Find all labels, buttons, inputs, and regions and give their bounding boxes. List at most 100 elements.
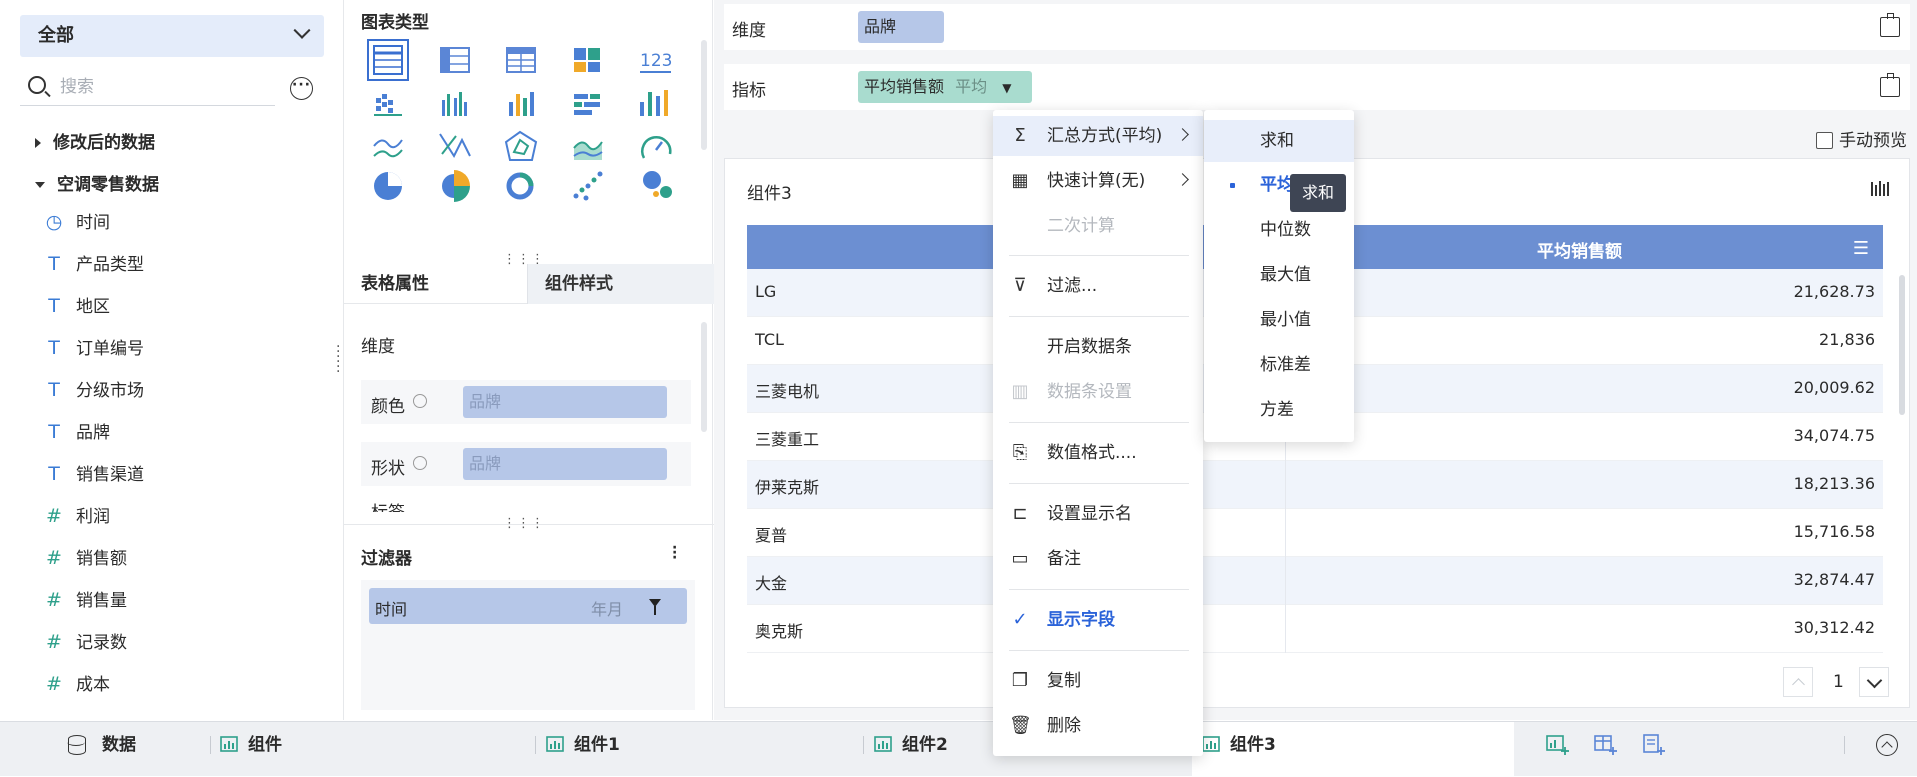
table-scrollbar[interactable] — [1899, 275, 1905, 415]
chart-type-line-icon[interactable] — [373, 139, 403, 158]
field-label: 销售渠道 — [76, 465, 144, 485]
agg-option-min[interactable]: 最小值 — [1204, 299, 1354, 341]
menu-item-quick-calc[interactable]: ▦ 快速计算(无) — [993, 161, 1203, 201]
agg-option-max[interactable]: 最大值 — [1204, 254, 1354, 296]
tab-data[interactable]: 数据 — [102, 722, 136, 777]
group-ac-retail-data[interactable]: 空调零售数据 — [35, 170, 159, 195]
field-cost[interactable]: # 成本 — [44, 669, 110, 699]
tab-label: 组件2 — [902, 735, 948, 755]
shelf-settings-icon[interactable] — [1880, 73, 1900, 97]
tab-component3[interactable]: 组件3 — [1192, 722, 1514, 777]
chart-type-gauge-icon[interactable] — [641, 136, 672, 159]
menu-item-rename[interactable]: ⊏ 设置显示名 — [993, 494, 1203, 534]
tab-table-properties[interactable]: 表格属性 — [361, 264, 429, 304]
chart-type-pie-icon[interactable] — [374, 172, 402, 200]
collapse-up-icon[interactable] — [1876, 734, 1898, 756]
manual-preview-checkbox[interactable] — [1816, 132, 1833, 149]
prev-page-button[interactable] — [1783, 667, 1813, 697]
chart-type-treemap-icon[interactable] — [574, 48, 600, 72]
agg-option-median[interactable]: 中位数 — [1204, 209, 1354, 251]
manual-preview-toggle[interactable]: 手动预览 — [1816, 126, 1907, 151]
agg-option-sum[interactable]: 求和 — [1204, 120, 1354, 162]
text-field-icon: T — [48, 253, 60, 275]
table-row[interactable]: 夏普 15,716.58 — [747, 509, 1883, 557]
barcode-view-icon[interactable] — [1871, 181, 1889, 197]
chart-type-detail-table-icon[interactable] — [506, 47, 536, 73]
search-input[interactable] — [60, 74, 260, 100]
table-row[interactable]: 伊莱克斯 18,213.36 — [747, 461, 1883, 509]
chart-type-dot-column-icon[interactable] — [374, 94, 402, 116]
agg-option-stddev[interactable]: 标准差 — [1204, 344, 1354, 386]
chart-type-horizontal-bar-icon[interactable] — [574, 94, 600, 115]
chart-type-donut-icon[interactable] — [506, 172, 534, 200]
chart-type-stacked-bar-icon[interactable] — [640, 90, 668, 116]
chevron-down-icon — [293, 21, 311, 39]
menu-item-comment[interactable]: ▭ 备注 — [993, 539, 1203, 579]
chart-type-table-icon[interactable] — [367, 39, 409, 81]
cell-value: 34,074.75 — [1793, 426, 1875, 445]
tab-component[interactable]: 组件 — [220, 722, 282, 777]
field-order-number[interactable]: T 订单编号 — [44, 333, 144, 363]
chart-type-bar-icon[interactable] — [509, 92, 534, 116]
tab-component1[interactable]: 组件1 — [546, 722, 620, 777]
table-row[interactable]: 奥克斯 30,312.42 — [747, 605, 1883, 653]
add-component-icon[interactable] — [1546, 734, 1570, 756]
metric-shelf[interactable]: 指标 平均销售额 平均 ▼ — [724, 64, 1910, 110]
caret-down-icon[interactable]: ▼ — [1002, 81, 1011, 95]
menu-item-enable-databar[interactable]: 开启数据条 — [993, 327, 1203, 367]
field-sales-channel[interactable]: T 销售渠道 — [44, 459, 144, 489]
more-vertical-icon[interactable]: · · · — [672, 541, 677, 565]
field-sales-volume[interactable]: # 销售量 — [44, 585, 127, 615]
shape-field-slot[interactable]: 品牌 — [463, 448, 667, 480]
agg-option-variance[interactable]: 方差 — [1204, 389, 1354, 431]
chart-type-bubble-icon[interactable] — [643, 171, 672, 198]
more-options-icon[interactable]: ··· — [290, 77, 313, 100]
text-field-icon: T — [48, 295, 60, 317]
filter-chip-time[interactable]: 时间 年月 — [369, 588, 687, 624]
menu-item-aggregation[interactable]: Σ 汇总方式(平均) — [993, 116, 1203, 156]
field-profit[interactable]: # 利润 — [44, 501, 110, 531]
menu-item-delete[interactable]: 🗑 删除 — [993, 706, 1203, 746]
column-header-avg-sales[interactable]: 平均销售额 — [1537, 237, 1622, 262]
field-region[interactable]: T 地区 — [44, 291, 110, 321]
sort-icon[interactable]: ☰ — [1853, 238, 1869, 259]
chart-type-radar-line-icon[interactable] — [439, 133, 471, 159]
field-market-tier[interactable]: T 分级市场 — [44, 375, 144, 405]
chart-type-rose-icon[interactable] — [442, 170, 470, 202]
scope-select[interactable]: 全部 — [20, 15, 324, 57]
chart-type-scatter-icon[interactable] — [573, 171, 603, 201]
next-page-button[interactable] — [1859, 667, 1889, 697]
dimension-chip-brand[interactable]: 品牌 — [858, 11, 944, 43]
dimension-shelf[interactable]: 维度 品牌 — [724, 4, 1910, 50]
table-row[interactable]: 大金 32,874.47 — [747, 557, 1883, 605]
menu-item-filter[interactable]: ⊽ 过滤... — [993, 266, 1203, 306]
gear-icon[interactable] — [413, 456, 427, 470]
menu-item-copy[interactable]: ❐ 复制 — [993, 661, 1203, 701]
field-brand[interactable]: T 品牌 — [44, 417, 110, 447]
add-table-icon[interactable] — [1594, 734, 1618, 756]
properties-scrollbar[interactable] — [701, 322, 707, 432]
funnel-icon[interactable] — [649, 599, 661, 615]
field-record-count[interactable]: # 记录数 — [44, 627, 127, 657]
color-field-slot[interactable]: 品牌 — [463, 386, 667, 418]
menu-item-show-field[interactable]: ✓ 显示字段 — [993, 600, 1203, 640]
chart-type-grouped-bar-icon[interactable] — [442, 92, 467, 116]
menu-item-label: 开启数据条 — [1047, 337, 1132, 357]
metric-chip-avg-sales[interactable]: 平均销售额 平均 ▼ — [858, 71, 1032, 103]
field-product-type[interactable]: T 产品类型 — [44, 249, 144, 279]
chart-type-kpi-icon[interactable]: 123 — [640, 51, 672, 73]
chart-type-radar-icon[interactable] — [504, 130, 538, 161]
add-report-icon[interactable] — [1642, 734, 1666, 756]
field-time[interactable]: ◷ 时间 — [44, 207, 110, 237]
chart-type-crosstab-icon[interactable] — [440, 47, 470, 73]
chart-types-scrollbar[interactable] — [701, 40, 707, 150]
group-modified-data[interactable]: 修改后的数据 — [35, 128, 155, 153]
tab-component2[interactable]: 组件2 — [874, 722, 948, 777]
tab-component-style[interactable]: 组件样式 — [527, 264, 714, 304]
field-sales-amount[interactable]: # 销售额 — [44, 543, 127, 573]
gear-icon[interactable] — [413, 394, 427, 408]
filter-dropzone[interactable]: 时间 年月 — [361, 580, 695, 710]
chart-type-area-icon[interactable] — [573, 141, 603, 160]
shelf-settings-icon[interactable] — [1880, 13, 1900, 37]
menu-item-number-format[interactable]: ⎘ 数值格式.... — [993, 433, 1203, 473]
